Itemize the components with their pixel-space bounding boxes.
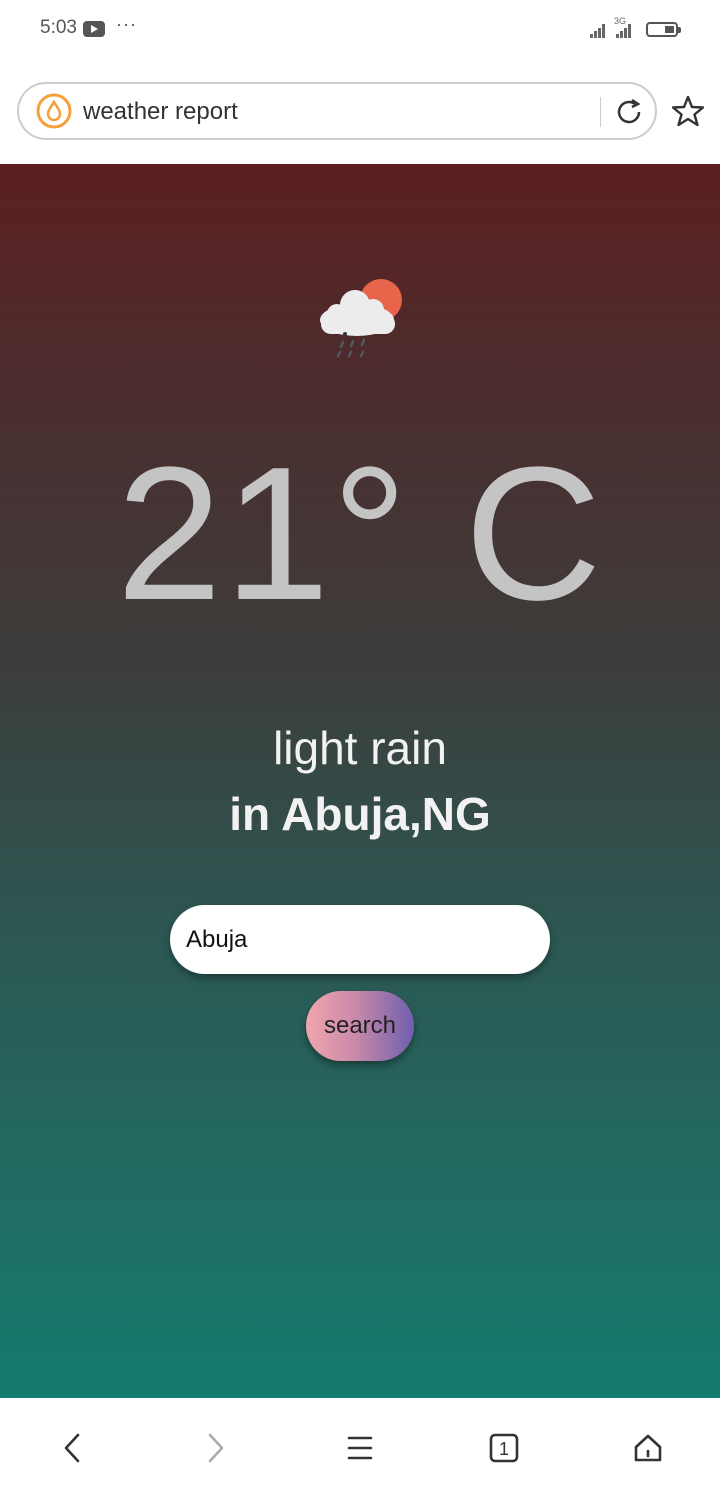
home-icon: [634, 1434, 662, 1462]
search-button[interactable]: search: [306, 991, 414, 1061]
back-button[interactable]: [52, 1428, 92, 1468]
home-button[interactable]: [628, 1428, 668, 1468]
weather-condition: light rain: [273, 722, 447, 774]
battery-tip: [678, 27, 681, 33]
url-divider: [600, 97, 601, 127]
back-icon: [64, 1433, 80, 1463]
more-notifications-icon: ···: [116, 14, 137, 34]
status-time: 5:03: [40, 17, 77, 38]
status-bar: 5:03 ··· 3G: [0, 0, 720, 60]
address-bar[interactable]: weather report: [17, 82, 657, 140]
signal-strength-icon-2: [616, 22, 634, 38]
tab-count: 1: [499, 1439, 509, 1459]
tabs-button[interactable]: 1: [484, 1428, 524, 1468]
forward-icon: [208, 1433, 224, 1463]
tabs-icon: 1: [489, 1433, 519, 1463]
forward-button[interactable]: [196, 1428, 236, 1468]
weather-panel: 21° C light rain in Abuja,NG search: [0, 164, 720, 1398]
url-text[interactable]: weather report: [83, 98, 238, 126]
menu-button[interactable]: [340, 1428, 380, 1468]
signal-strength-icon: [590, 22, 608, 38]
city-search-input[interactable]: [170, 905, 550, 974]
water-drop-icon: [36, 93, 72, 129]
menu-icon: [347, 1436, 373, 1460]
location-label: in Abuja,NG: [229, 788, 491, 840]
youtube-notification-icon: [83, 21, 105, 37]
temperature-display: 21° C: [116, 428, 604, 640]
browser-bottom-nav: 1: [0, 1398, 720, 1500]
cloud-sun-rain-icon: [320, 279, 402, 358]
star-icon[interactable]: [671, 94, 705, 128]
battery-icon: [646, 22, 678, 37]
reload-icon[interactable]: [613, 96, 645, 128]
